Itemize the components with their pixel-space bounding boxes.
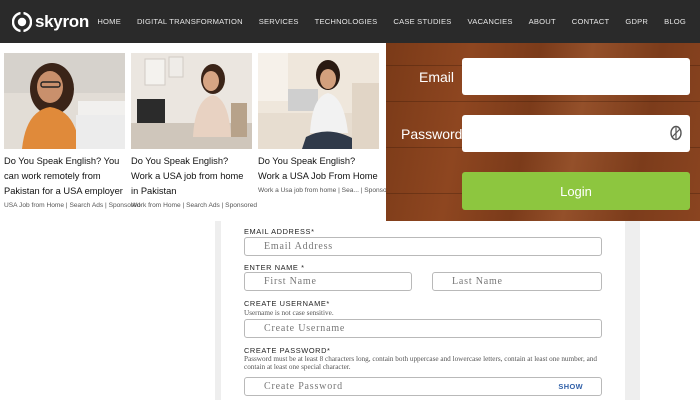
first-name-input[interactable]: First Name [244,272,412,291]
nav-technologies[interactable]: TECHNOLOGIES [315,17,378,26]
nav-gdpr[interactable]: GDPR [625,17,648,26]
ad-title[interactable]: Do You Speak English? Work a USA Job Fro… [258,154,379,184]
nav-services[interactable]: SERVICES [259,17,299,26]
sponsored-ad-card[interactable]: Do You Speak English? Work a USA job fro… [131,53,258,209]
nav-about[interactable]: ABOUT [529,17,556,26]
nav-digital-transformation[interactable]: DIGITAL TRANSFORMATION [137,17,243,26]
create-password-input[interactable]: Create Password SHOW [244,377,602,396]
main-nav: HOME DIGITAL TRANSFORMATION SERVICES TEC… [81,0,686,43]
create-username-label: CREATE USERNAME* [244,299,330,308]
show-password-button[interactable]: SHOW [558,382,583,391]
ad-title[interactable]: Do You Speak English? Work a USA job fro… [131,154,252,199]
ad-source: Work a Usa job from home | Sea... | Spon… [258,187,397,194]
ad-photo-woman-phone[interactable] [131,53,252,149]
ad-photo-woman-laptop[interactable] [4,53,125,149]
last-name-placeholder: Last Name [452,276,503,287]
nav-vacancies[interactable]: VACANCIES [468,17,513,26]
login-button[interactable]: Login [462,172,690,210]
ad-photo-woman-sofa[interactable] [258,53,379,149]
login-panel: Email Password Login [386,43,700,221]
ad-title[interactable]: Do You Speak English? You can work remot… [4,154,125,199]
password-placeholder: Create Password [264,381,343,392]
password-visibility-icon[interactable] [668,125,684,141]
brand-logo[interactable]: skyron [12,10,89,34]
email-address-input[interactable]: Email Address [244,237,602,256]
last-name-input[interactable]: Last Name [432,272,602,291]
nav-home[interactable]: HOME [97,17,121,26]
username-placeholder: Create Username [264,323,346,334]
wood-grain [386,101,700,102]
email-placeholder: Email Address [264,241,334,252]
login-email-input[interactable] [462,58,690,95]
ad-source: Work from Home | Search Ads | Sponsored [131,202,258,209]
sponsored-ad-card[interactable]: Do You Speak English? You can work remot… [4,53,141,209]
create-password-label: CREATE PASSWORD* [244,346,331,355]
top-navigation-bar: skyron HOME DIGITAL TRANSFORMATION SERVI… [0,0,700,43]
logo-icon [12,12,32,32]
ad-source: USA Job from Home | Search Ads | Sponsor… [4,202,141,209]
first-name-placeholder: First Name [264,276,317,287]
create-username-input[interactable]: Create Username [244,319,602,338]
email-label: Email [419,69,455,85]
nav-blog[interactable]: BLOG [664,17,686,26]
login-password-input[interactable] [462,115,690,152]
email-address-label: EMAIL ADDRESS* [244,227,315,236]
nav-contact[interactable]: CONTACT [572,17,610,26]
username-note: Username is not case sensitive. [244,309,334,317]
password-label: Password [401,126,463,142]
password-requirements-note: Password must be at least 8 characters l… [244,355,597,371]
sponsored-ad-card[interactable]: Do You Speak English? Work a USA Job Fro… [258,53,397,194]
enter-name-label: ENTER NAME * [244,263,305,272]
nav-case-studies[interactable]: CASE STUDIES [393,17,451,26]
